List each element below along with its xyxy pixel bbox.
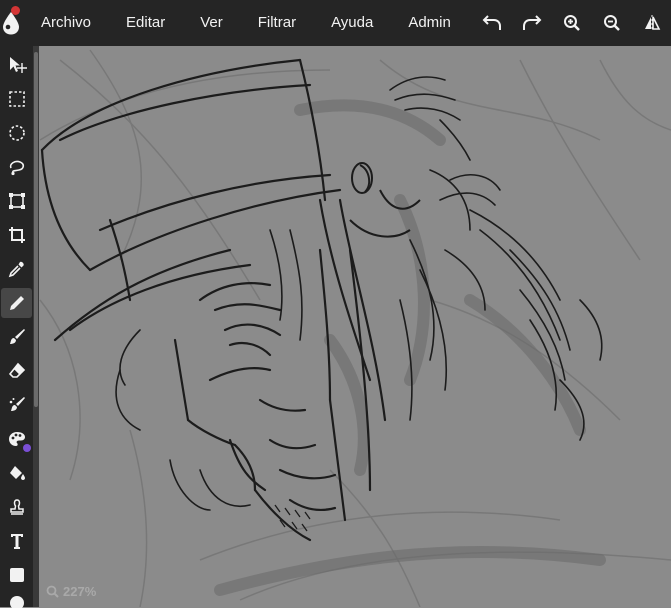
menu-bar: Archivo Editar Ver Filtrar Ayuda Admin [0, 0, 671, 46]
brush-icon [9, 329, 25, 344]
magnifier-icon [46, 585, 59, 598]
undo-icon [482, 15, 501, 30]
tool-text[interactable] [1, 526, 32, 556]
flip-button[interactable] [632, 0, 671, 46]
menu-admin[interactable]: Admin [390, 0, 468, 46]
tool-eyedropper[interactable] [1, 254, 32, 284]
drawing-canvas[interactable] [39, 46, 671, 607]
tool-color-palette[interactable] [1, 424, 32, 454]
redo-icon [522, 15, 542, 30]
undo-button[interactable] [472, 0, 512, 46]
eraser-icon [8, 362, 25, 378]
text-icon [10, 534, 23, 549]
zoom-out-button[interactable] [592, 0, 632, 46]
tool-bar [0, 46, 33, 608]
menu-ayuda[interactable]: Ayuda [313, 0, 390, 46]
zoom-level: 227% [63, 584, 97, 599]
crop-icon [8, 227, 25, 243]
lasso-icon [9, 160, 24, 176]
menu-ver[interactable]: Ver [182, 0, 240, 46]
shape-icon [9, 568, 24, 582]
zoom-indicator[interactable]: 227% [46, 584, 96, 599]
ellipse-select-icon [8, 125, 25, 141]
tool-eraser[interactable] [1, 356, 32, 386]
menu-editar[interactable]: Editar [108, 0, 182, 46]
tool-smudge[interactable] [1, 390, 32, 420]
notification-dot [11, 6, 20, 15]
flip-icon [644, 15, 661, 31]
tool-brush[interactable] [1, 322, 32, 352]
redo-button[interactable] [512, 0, 552, 46]
menu-archivo[interactable]: Archivo [22, 0, 108, 46]
tool-pencil[interactable] [1, 288, 32, 318]
tool-ellipse-select[interactable] [1, 118, 32, 148]
stamp-icon [9, 499, 24, 515]
tool-stamp[interactable] [1, 492, 32, 522]
sketch-artwork [39, 49, 671, 607]
pencil-icon [9, 296, 24, 310]
tool-transform[interactable] [1, 186, 32, 216]
zoom-out-icon [603, 15, 620, 31]
tool-shape[interactable] [1, 560, 32, 590]
circle-shape-icon [9, 596, 24, 608]
tool-fill-bucket[interactable] [1, 458, 32, 488]
tool-more[interactable] [1, 594, 32, 608]
fill-bucket-icon [9, 466, 25, 480]
rect-select-icon [8, 91, 25, 107]
transform-icon [8, 193, 25, 209]
logo-drop-icon [3, 12, 19, 35]
menu-filtrar[interactable]: Filtrar [240, 0, 313, 46]
toolbar-scrollbar[interactable] [34, 52, 38, 407]
tool-lasso[interactable] [1, 152, 32, 182]
current-color-dot [23, 444, 31, 452]
tool-rect-select[interactable] [1, 84, 32, 114]
move-icon [9, 57, 27, 73]
app-logo[interactable] [0, 0, 22, 46]
tool-crop[interactable] [1, 220, 32, 250]
zoom-in-button[interactable] [552, 0, 592, 46]
tool-move[interactable] [1, 50, 32, 80]
zoom-in-icon [563, 15, 580, 31]
smudge-icon [9, 397, 25, 411]
eyedropper-icon [8, 261, 24, 278]
